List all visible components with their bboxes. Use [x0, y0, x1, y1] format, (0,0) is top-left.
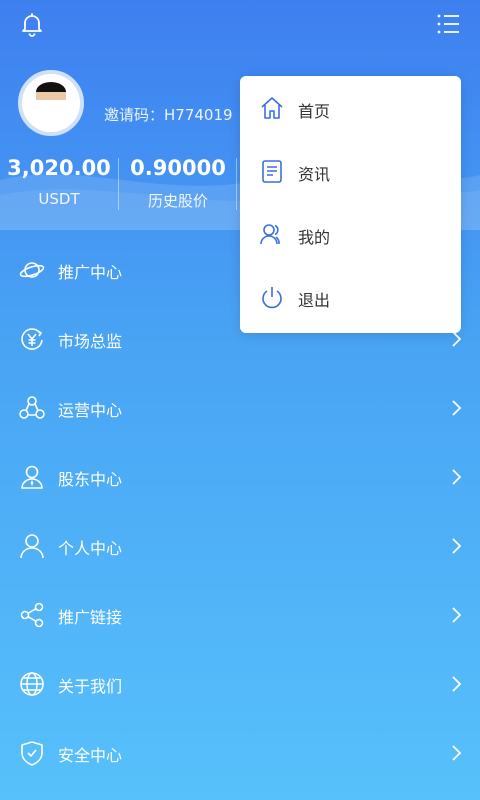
yen-circle-icon [21, 328, 43, 350]
chevron-right-icon [452, 400, 462, 416]
network-icon [19, 396, 45, 419]
dropdown-item-label: 首页 [298, 102, 331, 121]
stat-history-price: 0.90000 历史股价 [120, 156, 236, 211]
list-menu-icon[interactable] [434, 10, 462, 38]
chevron-right-icon [452, 676, 462, 692]
menu-item-about-us[interactable]: 关于我们 [0, 656, 480, 712]
stat-usdt: 3,020.00 USDT [0, 156, 118, 208]
news-icon [262, 160, 282, 183]
stat-divider [118, 158, 119, 210]
menu-item-label: 市场总监 [58, 332, 123, 351]
chevron-right-icon [452, 607, 462, 623]
invite-code: 邀请码：H774019 [104, 106, 233, 124]
menu-item-promotion-link[interactable]: 推广链接 [0, 587, 480, 643]
dropdown-item-label: 退出 [298, 291, 331, 310]
power-icon [262, 287, 282, 309]
menu-item-label: 推广中心 [58, 263, 123, 282]
stat-label: 历史股价 [147, 192, 208, 210]
stat-value: 0.90000 [130, 156, 226, 180]
avatar[interactable] [18, 70, 84, 136]
chevron-right-icon [452, 538, 462, 554]
dropdown-item-mine[interactable]: 我的 [240, 206, 461, 262]
dropdown-item-label: 我的 [298, 228, 331, 247]
menu-item-label: 个人中心 [58, 539, 123, 558]
chevron-right-icon [452, 469, 462, 485]
menu-item-personal-center[interactable]: 个人中心 [0, 518, 480, 574]
home-icon [261, 97, 283, 119]
avatar-image [22, 74, 80, 132]
chevron-right-icon [452, 745, 462, 761]
users-icon [260, 224, 280, 245]
planet-icon [19, 262, 45, 278]
stat-label: USDT [38, 190, 80, 208]
shareholder-icon [21, 465, 43, 489]
bell-icon[interactable] [18, 10, 46, 38]
stat-divider [236, 158, 237, 210]
menu-item-operations-center[interactable]: 运营中心 [0, 380, 480, 436]
user-icon [20, 534, 44, 559]
globe-icon [20, 672, 44, 696]
stat-value: 3,020.00 [7, 156, 111, 180]
menu-item-label: 关于我们 [58, 677, 123, 696]
dropdown-item-label: 资讯 [298, 165, 331, 184]
dropdown-menu: 首页 资讯 我的 退出 [240, 76, 461, 333]
menu-item-shareholder-center[interactable]: 股东中心 [0, 449, 480, 505]
dropdown-item-logout[interactable]: 退出 [240, 269, 461, 325]
menu-item-label: 股东中心 [58, 470, 123, 489]
shield-icon [21, 741, 43, 766]
menu-item-label: 推广链接 [58, 608, 123, 627]
menu-item-label: 安全中心 [58, 746, 123, 765]
menu-item-label: 运营中心 [58, 401, 123, 420]
share-icon [20, 602, 44, 628]
dropdown-item-home[interactable]: 首页 [240, 80, 461, 136]
dropdown-item-news[interactable]: 资讯 [240, 143, 461, 199]
menu-item-security-center[interactable]: 安全中心 [0, 725, 480, 781]
